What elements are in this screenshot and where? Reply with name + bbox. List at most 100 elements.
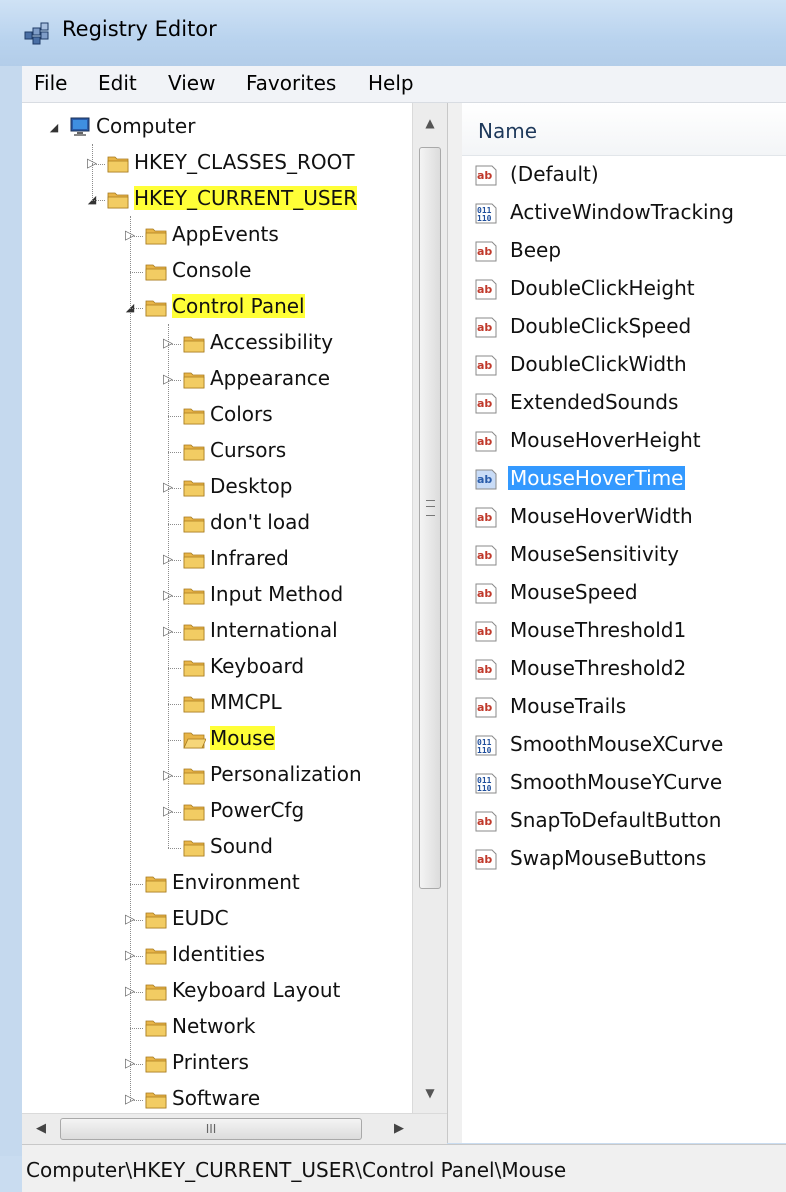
tree-node-label: MMCPL xyxy=(210,690,282,714)
tree-connector xyxy=(168,524,181,525)
tree-node[interactable]: Cursors xyxy=(22,435,412,469)
registry-value-row[interactable]: ab MouseHoverWidth xyxy=(462,499,786,535)
current-key-path: Computer\HKEY_CURRENT_USER\Control Panel… xyxy=(26,1158,567,1182)
svg-text:ab: ab xyxy=(477,321,492,334)
tree-node[interactable]: Network xyxy=(22,1011,412,1045)
svg-text:ab: ab xyxy=(477,663,492,676)
folder-icon xyxy=(182,799,206,823)
scroll-right-arrow-icon[interactable]: ▶ xyxy=(384,1114,414,1144)
tree-node-label: Keyboard Layout xyxy=(172,978,341,1002)
tree-node-label: EUDC xyxy=(172,906,229,930)
registry-value-row[interactable]: ab SwapMouseButtons xyxy=(462,841,786,877)
tree-node-label: Network xyxy=(172,1014,256,1038)
tree-node[interactable]: ▷ Keyboard Layout xyxy=(22,975,412,1009)
menu-bar: File Edit View Favorites Help xyxy=(22,66,786,103)
string-value-icon: ab xyxy=(474,809,498,833)
tree-connector xyxy=(168,812,181,813)
tree-node[interactable]: ▷ Identities xyxy=(22,939,412,973)
registry-value-row[interactable]: ab MouseTrails xyxy=(462,689,786,725)
tree-node[interactable]: ▷ Personalization xyxy=(22,759,412,793)
registry-value-row[interactable]: 011 110 ActiveWindowTracking xyxy=(462,195,786,231)
tree-node[interactable]: ▷ HKEY_CLASSES_ROOT xyxy=(22,147,412,181)
values-list[interactable]: Name ab (Default) 011 110 ActiveWindowTracki… xyxy=(462,103,786,1143)
registry-key-tree[interactable]: ◢ Computer ▷ HKEY_CLASSES_ROOT ◢ HKEY_CURRENT… xyxy=(22,103,448,1113)
registry-value-row[interactable]: ab Beep xyxy=(462,233,786,269)
menu-favorites[interactable]: Favorites xyxy=(246,71,336,95)
registry-value-name: MouseSpeed xyxy=(510,580,638,604)
menu-file[interactable]: File xyxy=(34,71,67,95)
tree-node[interactable]: ▷ Desktop xyxy=(22,471,412,505)
registry-value-row[interactable]: 011 110 SmoothMouseXCurve xyxy=(462,727,786,763)
tree-node-label: AppEvents xyxy=(172,222,279,246)
name-column-header[interactable]: Name xyxy=(462,103,786,156)
registry-value-row[interactable]: ab ExtendedSounds xyxy=(462,385,786,421)
tree-node[interactable]: ▷ PowerCfg xyxy=(22,795,412,829)
computer-icon xyxy=(68,115,92,139)
registry-value-row[interactable]: ab DoubleClickWidth xyxy=(462,347,786,383)
tree-node-label: Accessibility xyxy=(210,330,334,354)
scroll-down-arrow-icon[interactable]: ▼ xyxy=(413,1079,447,1107)
binary-value-icon: 011 110 xyxy=(474,733,498,757)
tree-node[interactable]: ▷ Printers xyxy=(22,1047,412,1081)
string-value-icon: ab xyxy=(474,277,498,301)
tree-node[interactable]: Environment xyxy=(22,867,412,901)
folder-icon xyxy=(182,691,206,715)
string-value-icon: ab xyxy=(474,239,498,263)
registry-value-name: ExtendedSounds xyxy=(510,390,679,414)
tree-vertical-scrollbar[interactable]: ▲ ▼ xyxy=(412,103,447,1113)
registry-value-row[interactable]: ab MouseHoverHeight xyxy=(462,423,786,459)
svg-text:ab: ab xyxy=(477,435,492,448)
svg-text:ab: ab xyxy=(477,473,492,486)
registry-value-row[interactable]: ab SnapToDefaultButton xyxy=(462,803,786,839)
menu-view[interactable]: View xyxy=(168,71,215,95)
tree-node-label: Input Method xyxy=(210,582,344,606)
registry-value-row[interactable]: 011 110 SmoothMouseYCurve xyxy=(462,765,786,801)
registry-value-row[interactable]: ab MouseThreshold1 xyxy=(462,613,786,649)
tree-node-label: Desktop xyxy=(210,474,293,498)
svg-text:ab: ab xyxy=(477,815,492,828)
tree-node[interactable]: ▷ Infrared xyxy=(22,543,412,577)
tree-node[interactable]: ◢ HKEY_CURRENT_USER xyxy=(22,183,412,217)
title-bar[interactable]: Registry Editor xyxy=(0,0,786,66)
tree-node[interactable]: ▷ Accessibility xyxy=(22,327,412,361)
scroll-up-arrow-icon[interactable]: ▲ xyxy=(413,109,447,137)
tree-node[interactable]: Sound xyxy=(22,831,412,865)
registry-value-row[interactable]: ab MouseSensitivity xyxy=(462,537,786,573)
registry-value-row[interactable]: ab MouseSpeed xyxy=(462,575,786,611)
tree-node[interactable]: ▷ Appearance xyxy=(22,363,412,397)
menu-edit[interactable]: Edit xyxy=(98,71,137,95)
tree-node[interactable]: ▷ Software xyxy=(22,1083,412,1113)
tree-node[interactable]: Colors xyxy=(22,399,412,433)
tree-node[interactable]: ◢ Computer xyxy=(22,111,412,145)
tree-node[interactable]: ▷ International xyxy=(22,615,412,649)
horizontal-scroll-thumb[interactable]: III xyxy=(60,1118,362,1140)
scroll-left-arrow-icon[interactable]: ◀ xyxy=(26,1114,56,1144)
expanded-arrow-icon[interactable]: ◢ xyxy=(48,121,60,135)
tree-node-label: International xyxy=(210,618,338,642)
registry-value-name: (Default) xyxy=(510,162,599,186)
registry-value-row[interactable]: ab (Default) xyxy=(462,157,786,193)
registry-value-name: DoubleClickSpeed xyxy=(510,314,692,338)
tree-node[interactable]: ▷ Input Method xyxy=(22,579,412,613)
tree-node[interactable]: Keyboard xyxy=(22,651,412,685)
string-value-icon: ab xyxy=(474,543,498,567)
tree-node[interactable]: ◢ Control Panel xyxy=(22,291,412,325)
tree-node[interactable]: Console xyxy=(22,255,412,289)
tree-horizontal-scrollbar[interactable]: ◀ III ▶ xyxy=(22,1113,447,1144)
tree-node[interactable]: ▷ AppEvents xyxy=(22,219,412,253)
tree-node[interactable]: ▷ EUDC xyxy=(22,903,412,937)
string-value-icon: ab xyxy=(474,619,498,643)
registry-value-row[interactable]: ab MouseThreshold2 xyxy=(462,651,786,687)
scroll-thumb[interactable] xyxy=(419,147,441,889)
registry-value-row[interactable]: ab DoubleClickSpeed xyxy=(462,309,786,345)
menu-help[interactable]: Help xyxy=(368,71,414,95)
tree-node[interactable]: Mouse xyxy=(22,723,412,757)
registry-value-row[interactable]: ab DoubleClickHeight xyxy=(462,271,786,307)
tree-node[interactable]: don't load xyxy=(22,507,412,541)
tree-node[interactable]: MMCPL xyxy=(22,687,412,721)
registry-value-name: DoubleClickWidth xyxy=(510,352,687,376)
svg-text:ab: ab xyxy=(477,625,492,638)
pane-splitter[interactable] xyxy=(447,103,463,1143)
tree-connector xyxy=(168,416,181,417)
registry-value-row[interactable]: ab MouseHoverTime xyxy=(462,461,786,497)
